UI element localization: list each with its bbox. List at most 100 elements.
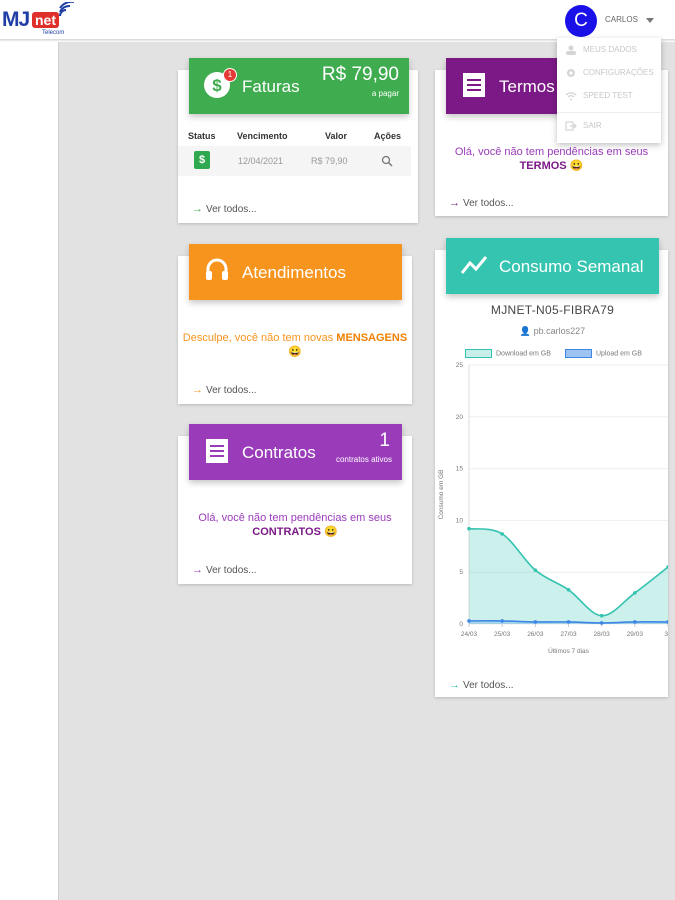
table-row: $ 12/04/2021 R$ 79,90 <box>178 146 411 176</box>
menu-item-speed-test[interactable]: SPEED TEST <box>565 91 633 105</box>
chevron-down-icon[interactable] <box>646 18 654 23</box>
data-point <box>500 532 504 536</box>
ver-todos-label: Ver todos... <box>463 198 514 209</box>
logo-text: MJ <box>2 8 30 31</box>
trending-up-icon <box>460 256 488 274</box>
smile-emoji-icon: 😀 <box>288 346 302 358</box>
ver-todos-label: Ver todos... <box>206 204 257 215</box>
notification-badge: 1 <box>223 68 237 82</box>
consumo-ver-todos[interactable]: → Ver todos... <box>449 679 514 691</box>
consumo-card: Consumo Semanal MJNET-N05-FIBRA79 👤 pb.c… <box>435 238 670 697</box>
x-tick-label: 26/03 <box>527 631 544 638</box>
contratos-count: 1 <box>379 430 390 451</box>
arrow-right-icon: → <box>192 203 203 215</box>
gear-icon <box>567 69 575 77</box>
contratos-ver-todos[interactable]: → Ver todos... <box>192 564 257 576</box>
x-tick-label: 29/03 <box>627 631 644 638</box>
contratos-header[interactable]: Contratos 1 contratos ativos <box>189 424 402 480</box>
atendimentos-ver-todos[interactable]: → Ver todos... <box>192 384 257 396</box>
atendimentos-message: Desculpe, você não tem novas MENSAGENS 😀 <box>178 331 412 359</box>
user-icon <box>566 45 576 55</box>
legend-swatch-upload <box>565 349 592 358</box>
device-name: MJNET-N05-FIBRA79 <box>490 303 615 317</box>
arrow-right-icon: → <box>449 679 460 691</box>
ver-todos-label: Ver todos... <box>206 565 257 576</box>
termos-title: Termos <box>499 77 555 96</box>
arrow-right-icon: → <box>192 384 203 396</box>
svg-text:$: $ <box>212 76 222 95</box>
logout-icon <box>565 121 577 131</box>
atendimentos-header[interactable]: Atendimentos <box>189 244 402 300</box>
termos-message: Olá, você não tem pendências em seus TER… <box>435 145 668 173</box>
data-point <box>599 621 604 625</box>
menu-item-label: SAIR <box>583 121 602 131</box>
arrow-right-icon: → <box>192 564 203 576</box>
contratos-card: Contratos 1 contratos ativos Olá, você n… <box>178 424 412 584</box>
data-point <box>633 591 637 595</box>
data-point <box>566 588 571 592</box>
faturas-ver-todos[interactable]: → Ver todos... <box>192 203 257 215</box>
search-icon[interactable] <box>381 155 393 167</box>
atendimentos-message-strong: MENSAGENS <box>336 332 408 344</box>
col-vencimento: Vencimento <box>237 131 288 141</box>
consumo-title: Consumo Semanal <box>499 257 644 276</box>
x-tick-label: 24/03 <box>461 631 478 638</box>
user-icon: 👤 <box>519 326 532 336</box>
y-tick-label: 10 <box>456 517 464 524</box>
contratos-message-text: Olá, você não tem pendências em seus <box>198 512 392 524</box>
y-tick-label: 15 <box>456 466 464 473</box>
menu-item-meus-dados[interactable]: MEUS DADOS <box>565 45 637 59</box>
mjnet-logo[interactable]: MJ net Telecom <box>2 2 78 38</box>
termos-message-strong: TERMOS <box>519 160 567 172</box>
contratos-count-label: contratos ativos <box>335 455 392 464</box>
y-axis-title: Consumo em GB <box>438 470 445 520</box>
smile-emoji-icon: 😀 <box>569 160 584 172</box>
contratos-title: Contratos <box>242 443 316 462</box>
x-tick-label: 28/03 <box>594 631 611 638</box>
user-dropdown-menu: MEUS DADOS CONFIGURAÇÕES SPEED TEST SAIR <box>557 38 661 143</box>
legend-swatch-download <box>465 349 492 358</box>
data-point <box>467 619 471 623</box>
faturas-amount: R$ 79,90 <box>321 64 399 85</box>
contratos-message: Olá, você não tem pendências em seus CON… <box>178 511 412 539</box>
logo-subtitle: Telecom <box>42 30 65 36</box>
consumption-chart: 0 5 10 15 20 25 24/03 25/03 26/03 27/03 28/03 29/03… <box>438 362 668 655</box>
data-point <box>566 620 571 624</box>
top-bar: MJ net Telecom C CARLOS <box>0 0 675 40</box>
legend-download[interactable]: Download em GB <box>465 349 551 358</box>
menu-item-sair[interactable]: SAIR <box>565 121 602 135</box>
menu-item-configuracoes[interactable]: CONFIGURAÇÕES <box>565 68 654 82</box>
x-tick-label: 25/03 <box>494 631 511 638</box>
user-login-text: pb.carlos227 <box>533 326 586 336</box>
faturas-header[interactable]: $ 1 Faturas R$ 79,90 a pagar <box>189 58 409 114</box>
y-tick-label: 0 <box>459 621 463 628</box>
data-point <box>599 613 604 618</box>
x-axis-title: Últimos 7 dias <box>548 646 590 655</box>
y-tick-label: 25 <box>456 362 464 369</box>
document-icon <box>463 73 485 97</box>
atendimentos-card: Atendimentos Desculpe, você não tem nova… <box>178 244 412 404</box>
smile-emoji-icon: 😀 <box>324 526 338 538</box>
valor-cell: R$ 79,90 <box>311 156 348 166</box>
wifi-icon <box>565 92 577 101</box>
termos-ver-todos[interactable]: → Ver todos... <box>449 197 514 209</box>
data-point <box>633 620 637 624</box>
data-point <box>467 526 471 531</box>
user-avatar[interactable]: C <box>565 5 597 37</box>
atendimentos-message-text: Desculpe, você não tem novas <box>182 332 334 344</box>
consumo-header[interactable]: Consumo Semanal <box>446 238 659 294</box>
user-name[interactable]: CARLOS <box>605 15 638 24</box>
faturas-card: $ 1 Faturas R$ 79,90 a pagar Status Venc… <box>178 58 418 223</box>
user-login: 👤 pb.carlos227 <box>435 326 670 337</box>
document-icon <box>206 439 228 463</box>
series-area-download <box>469 528 668 624</box>
menu-item-label: SPEED TEST <box>583 91 633 101</box>
legend-label: Download em GB <box>496 350 551 358</box>
col-valor: Valor <box>325 131 348 141</box>
ver-todos-label: Ver todos... <box>206 385 257 396</box>
sidebar <box>0 42 59 900</box>
legend-upload[interactable]: Upload em GB <box>565 349 642 358</box>
menu-item-label: MEUS DADOS <box>583 45 637 55</box>
contratos-message-strong: CONTRATOS <box>252 526 321 538</box>
y-tick-label: 5 <box>459 569 463 576</box>
